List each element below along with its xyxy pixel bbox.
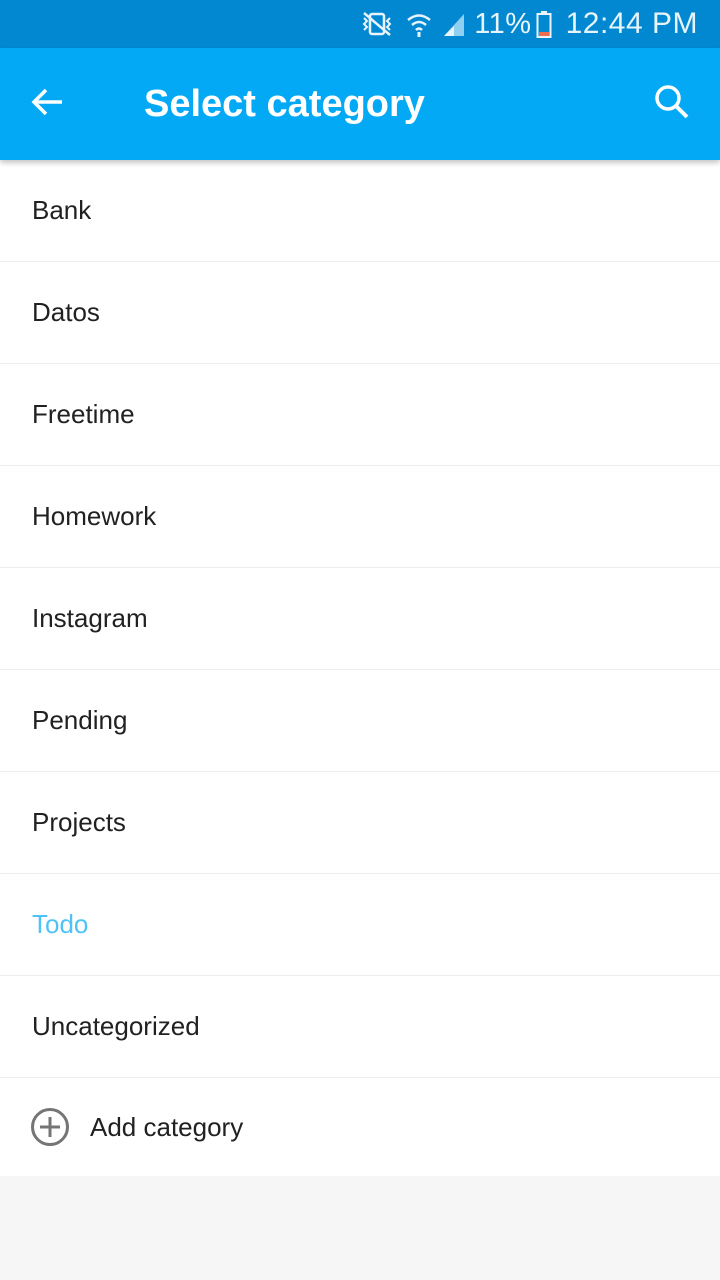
vibrate-mute-icon <box>358 10 396 38</box>
category-item-projects[interactable]: Projects <box>0 772 720 874</box>
category-item-pending[interactable]: Pending <box>0 670 720 772</box>
battery-icon <box>536 10 552 38</box>
status-bar: 11% 12:44 PM <box>0 0 720 48</box>
add-category-label: Add category <box>90 1111 244 1142</box>
arrow-back-icon <box>30 84 66 125</box>
signal-icon <box>442 10 466 38</box>
category-item-freetime[interactable]: Freetime <box>0 364 720 466</box>
category-item-uncategorized[interactable]: Uncategorized <box>0 976 720 1078</box>
category-item-datos[interactable]: Datos <box>0 262 720 364</box>
battery-percent: 11% <box>474 7 532 40</box>
category-item-bank[interactable]: Bank <box>0 160 720 262</box>
category-item-todo[interactable]: Todo <box>0 874 720 976</box>
page-title: Select category <box>144 83 425 125</box>
clock: 12:44 PM <box>565 7 698 40</box>
app-bar: Select category <box>0 48 720 160</box>
category-list: Bank Datos Freetime Homework Instagram P… <box>0 160 720 1176</box>
category-item-homework[interactable]: Homework <box>0 466 720 568</box>
add-circle-icon <box>30 1107 70 1147</box>
category-item-instagram[interactable]: Instagram <box>0 568 720 670</box>
wifi-icon <box>406 10 432 38</box>
search-icon <box>653 83 691 126</box>
back-button[interactable] <box>18 74 78 134</box>
search-button[interactable] <box>642 74 702 134</box>
add-category-button[interactable]: Add category <box>0 1078 720 1176</box>
